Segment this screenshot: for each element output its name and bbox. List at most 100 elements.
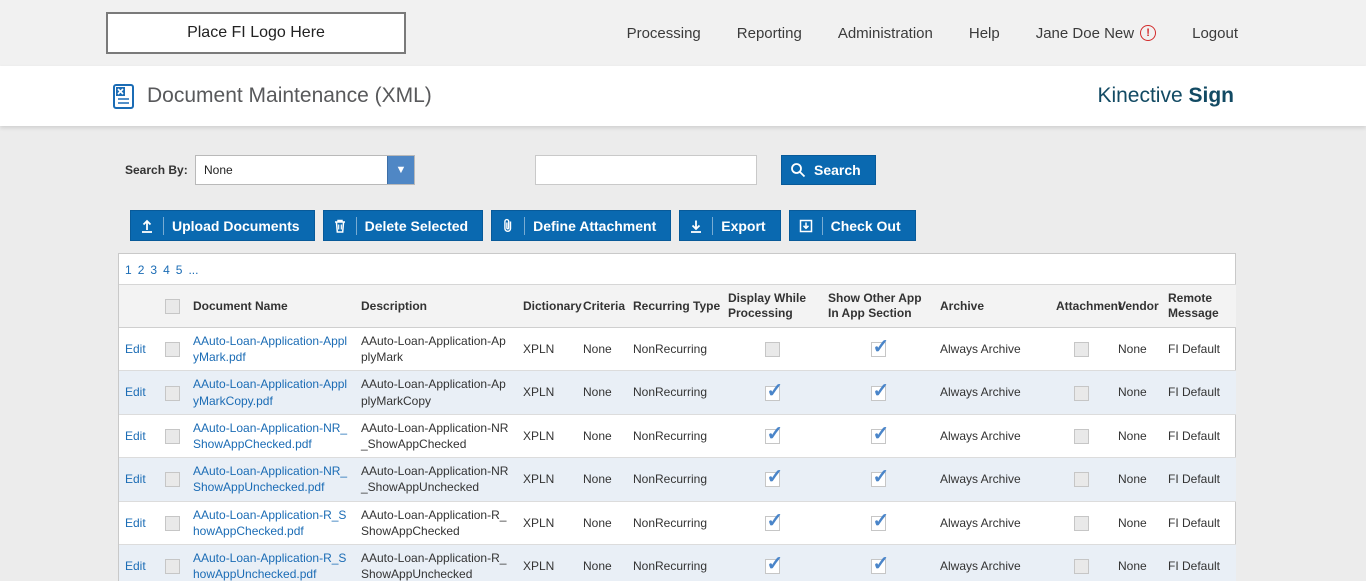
document-name-link[interactable]: AAuto-Loan-Application-ApplyMark.pdf: [193, 334, 347, 364]
recurring-type-cell: NonRecurring: [627, 371, 722, 414]
document-xml-icon: [110, 83, 137, 110]
nav-user[interactable]: Jane Doe New !: [1036, 25, 1156, 42]
attachment-checkbox[interactable]: [1074, 342, 1089, 357]
col-vendor: Vendor: [1112, 285, 1162, 328]
page-link[interactable]: 5: [176, 263, 183, 277]
edit-link[interactable]: Edit: [125, 516, 146, 530]
display-while-processing-checkbox[interactable]: [765, 472, 780, 487]
attachment-checkbox[interactable]: [1074, 559, 1089, 574]
criteria-cell: None: [577, 414, 627, 457]
main-content: Search By: None ▼ Search: [0, 154, 1366, 581]
col-show-other-app: Show Other App In App Section: [822, 285, 934, 328]
page-link[interactable]: 1: [125, 263, 132, 277]
edit-link[interactable]: Edit: [125, 342, 146, 356]
delete-selected-label: Delete Selected: [365, 218, 469, 234]
button-divider: [356, 217, 357, 235]
description-cell: AAuto-Loan-Application-NR_ShowAppUncheck…: [355, 458, 517, 501]
row-checkbox[interactable]: [165, 429, 180, 444]
description-cell: AAuto-Loan-Application-R_ShowAppUnchecke…: [355, 544, 517, 581]
show-other-app-checkbox[interactable]: [871, 516, 886, 531]
delete-selected-button[interactable]: Delete Selected: [323, 210, 484, 241]
show-other-app-checkbox[interactable]: [871, 386, 886, 401]
select-all-header: [157, 285, 187, 328]
title-bar: Document Maintenance (XML) Kinective Sig…: [0, 66, 1366, 126]
display-while-processing-checkbox[interactable]: [765, 342, 780, 357]
page-link[interactable]: 4: [163, 263, 170, 277]
display-while-processing-checkbox[interactable]: [765, 559, 780, 574]
button-divider: [822, 217, 823, 235]
edit-link[interactable]: Edit: [125, 385, 146, 399]
attachment-checkbox[interactable]: [1074, 429, 1089, 444]
row-checkbox[interactable]: [165, 342, 180, 357]
display-while-processing-checkbox[interactable]: [765, 516, 780, 531]
nav-help[interactable]: Help: [969, 25, 1000, 42]
page-link[interactable]: 3: [150, 263, 157, 277]
nav-reporting[interactable]: Reporting: [737, 25, 802, 42]
top-navigation: Processing Reporting Administration Help…: [627, 25, 1238, 42]
attachment-checkbox[interactable]: [1074, 386, 1089, 401]
remote-message-cell: FI Default: [1162, 458, 1236, 501]
document-name-link[interactable]: AAuto-Loan-Application-ApplyMarkCopy.pdf: [193, 377, 347, 407]
recurring-type-cell: NonRecurring: [627, 544, 722, 581]
select-all-checkbox[interactable]: [165, 299, 180, 314]
col-dictionary: Dictionary: [517, 285, 577, 328]
show-other-app-checkbox[interactable]: [871, 429, 886, 444]
export-button[interactable]: Export: [679, 210, 780, 241]
dictionary-cell: XPLN: [517, 501, 577, 544]
row-checkbox[interactable]: [165, 386, 180, 401]
show-other-app-checkbox[interactable]: [871, 559, 886, 574]
fi-logo-placeholder: Place FI Logo Here: [106, 12, 406, 54]
row-checkbox[interactable]: [165, 472, 180, 487]
upload-icon: [139, 218, 155, 234]
document-name-link[interactable]: AAuto-Loan-Application-NR_ShowAppUncheck…: [193, 464, 347, 494]
nav-administration[interactable]: Administration: [838, 25, 933, 42]
nav-logout[interactable]: Logout: [1192, 25, 1238, 42]
edit-link[interactable]: Edit: [125, 559, 146, 573]
table-row: Edit AAuto-Loan-Application-R_ShowAppUnc…: [119, 544, 1236, 581]
table-row: Edit AAuto-Loan-Application-ApplyMark.pd…: [119, 328, 1236, 371]
define-attachment-button[interactable]: Define Attachment: [491, 210, 671, 241]
edit-link[interactable]: Edit: [125, 429, 146, 443]
attachment-checkbox[interactable]: [1074, 516, 1089, 531]
edit-column-header: [119, 285, 157, 328]
search-icon: [790, 162, 806, 178]
documents-panel: 12345... Document Name Description Dicti…: [118, 253, 1236, 581]
check-out-button[interactable]: Check Out: [789, 210, 916, 241]
document-name-link[interactable]: AAuto-Loan-Application-R_ShowAppChecked.…: [193, 508, 346, 538]
page-link[interactable]: 2: [138, 263, 145, 277]
archive-cell: Always Archive: [934, 501, 1050, 544]
remote-message-cell: FI Default: [1162, 544, 1236, 581]
remote-message-cell: FI Default: [1162, 501, 1236, 544]
description-cell: AAuto-Loan-Application-ApplyMark: [355, 328, 517, 371]
remote-message-cell: FI Default: [1162, 328, 1236, 371]
criteria-cell: None: [577, 458, 627, 501]
dictionary-cell: XPLN: [517, 371, 577, 414]
fi-logo-text: Place FI Logo Here: [187, 24, 325, 42]
show-other-app-checkbox[interactable]: [871, 342, 886, 357]
upload-documents-button[interactable]: Upload Documents: [130, 210, 315, 241]
document-name-link[interactable]: AAuto-Loan-Application-R_ShowAppUnchecke…: [193, 551, 346, 581]
check-out-icon: [798, 218, 814, 234]
button-divider: [712, 217, 713, 235]
dictionary-cell: XPLN: [517, 458, 577, 501]
dictionary-cell: XPLN: [517, 544, 577, 581]
alert-circle-icon: !: [1140, 25, 1156, 41]
display-while-processing-checkbox[interactable]: [765, 429, 780, 444]
show-other-app-checkbox[interactable]: [871, 472, 886, 487]
recurring-type-cell: NonRecurring: [627, 414, 722, 457]
search-input[interactable]: [535, 155, 757, 185]
document-name-link[interactable]: AAuto-Loan-Application-NR_ShowAppChecked…: [193, 421, 347, 451]
recurring-type-cell: NonRecurring: [627, 501, 722, 544]
attachment-checkbox[interactable]: [1074, 472, 1089, 487]
edit-link[interactable]: Edit: [125, 472, 146, 486]
row-checkbox[interactable]: [165, 516, 180, 531]
criteria-cell: None: [577, 328, 627, 371]
page-link[interactable]: ...: [188, 263, 198, 277]
nav-processing[interactable]: Processing: [627, 25, 701, 42]
search-by-dropdown[interactable]: None ▼: [195, 155, 415, 185]
display-while-processing-checkbox[interactable]: [765, 386, 780, 401]
chevron-down-icon: ▼: [387, 156, 414, 184]
row-checkbox[interactable]: [165, 559, 180, 574]
archive-cell: Always Archive: [934, 328, 1050, 371]
search-button[interactable]: Search: [781, 155, 876, 185]
